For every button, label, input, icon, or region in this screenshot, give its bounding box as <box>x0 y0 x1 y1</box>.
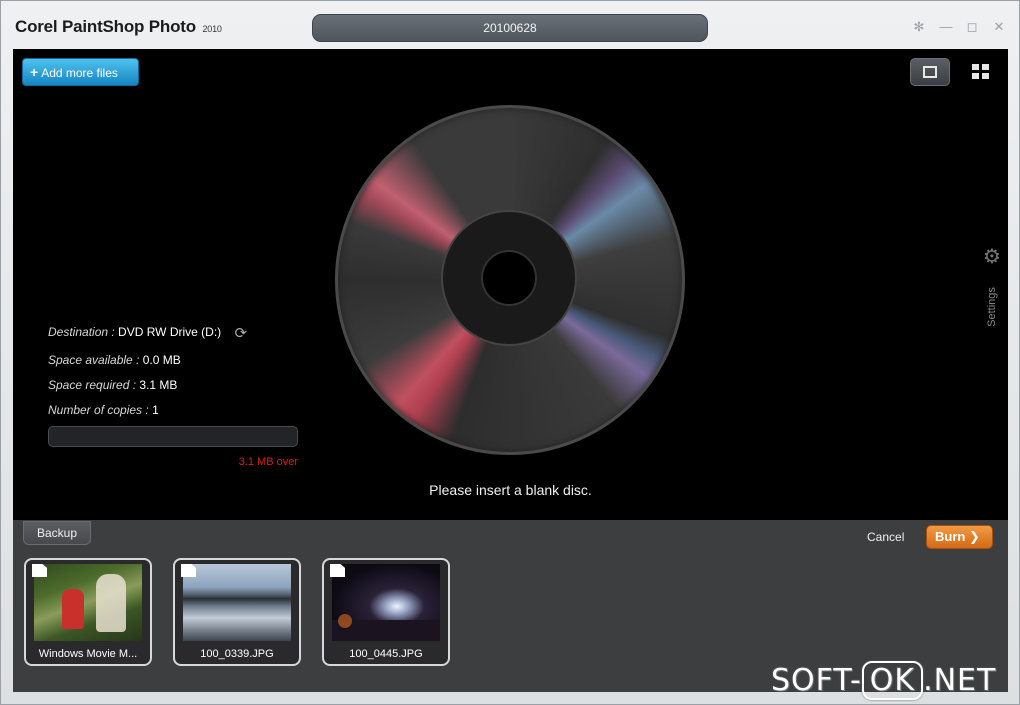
file-caption: Windows Movie M... <box>38 648 138 660</box>
settings-label: Settings <box>986 287 998 327</box>
plus-icon: + <box>30 64 39 80</box>
file-icon <box>330 564 345 577</box>
burn-preview-area: + Add more files ⚙ Settings Destination :… <box>13 49 1008 520</box>
maximize-icon[interactable]: ◻ <box>964 19 980 35</box>
close-icon[interactable]: ✕ <box>991 19 1007 35</box>
destination-row: Destination : DVD RW Drive (D:) ⟳ <box>48 324 247 342</box>
file-caption: 100_0339.JPG <box>200 648 274 660</box>
space-required-key: Space required : <box>48 378 137 392</box>
minimize-icon[interactable]: — <box>938 19 954 35</box>
file-thumbnail[interactable]: 100_0339.JPG <box>173 558 301 666</box>
refresh-icon[interactable]: ⟳ <box>235 324 248 342</box>
grid-view-button[interactable] <box>972 64 990 80</box>
gear-icon: ⚙ <box>983 246 1001 268</box>
burn-button[interactable]: Burn ❯ <box>926 525 993 549</box>
help-icon[interactable]: ✻ <box>911 19 927 35</box>
tab-backup[interactable]: Backup <box>23 521 91 545</box>
single-view-button[interactable] <box>910 58 950 86</box>
file-thumbnail[interactable]: Windows Movie M... <box>24 558 152 666</box>
space-progress-bar <box>48 426 298 447</box>
burn-label: Burn <box>935 529 966 544</box>
photo-thumbnail-image <box>183 564 291 641</box>
file-icon <box>32 564 47 577</box>
settings-panel-toggle[interactable]: ⚙ Settings <box>979 247 1007 327</box>
chevron-right-icon: ❯ <box>968 529 980 544</box>
space-required-value: 3.1 MB <box>139 378 178 392</box>
project-name-field[interactable]: 20100628 <box>312 14 708 42</box>
space-available-key: Space available : <box>48 353 140 367</box>
video-thumbnail-image <box>34 564 142 641</box>
app-name: Corel PaintShop Photo <box>15 17 196 36</box>
grid-view-icon <box>972 64 979 70</box>
photo-thumbnail-image <box>332 564 440 641</box>
watermark: SOFT- OK .NET <box>771 661 997 700</box>
app-window: Corel PaintShop Photo 2010 20100628 ✻ — … <box>0 0 1020 705</box>
space-over-text: 3.1 MB over <box>238 456 298 468</box>
single-view-icon <box>923 66 937 78</box>
app-version: 2010 <box>202 24 222 34</box>
add-more-files-label: Add more files <box>41 66 118 80</box>
file-thumbnail[interactable]: 100_0445.JPG <box>322 558 450 666</box>
space-available-value: 0.0 MB <box>142 353 181 367</box>
add-more-files-button[interactable]: + Add more files <box>22 58 139 86</box>
cancel-button[interactable]: Cancel <box>867 530 904 544</box>
copies-row: Number of copies : 1 <box>48 403 159 417</box>
space-available-row: Space available : 0.0 MB <box>48 353 181 367</box>
disc-hole <box>481 250 537 306</box>
file-icon <box>181 564 196 577</box>
file-caption: 100_0445.JPG <box>349 648 423 660</box>
space-required-row: Space required : 3.1 MB <box>48 378 177 392</box>
copies-value[interactable]: 1 <box>152 403 159 417</box>
status-message: Please insert a blank disc. <box>429 482 592 498</box>
app-title: Corel PaintShop Photo 2010 <box>15 17 222 37</box>
title-bar: Corel PaintShop Photo 2010 20100628 ✻ — … <box>1 1 1019 51</box>
destination-key: Destination : <box>48 325 115 340</box>
copies-key: Number of copies : <box>48 403 149 417</box>
destination-value: DVD RW Drive (D:) <box>118 325 222 340</box>
